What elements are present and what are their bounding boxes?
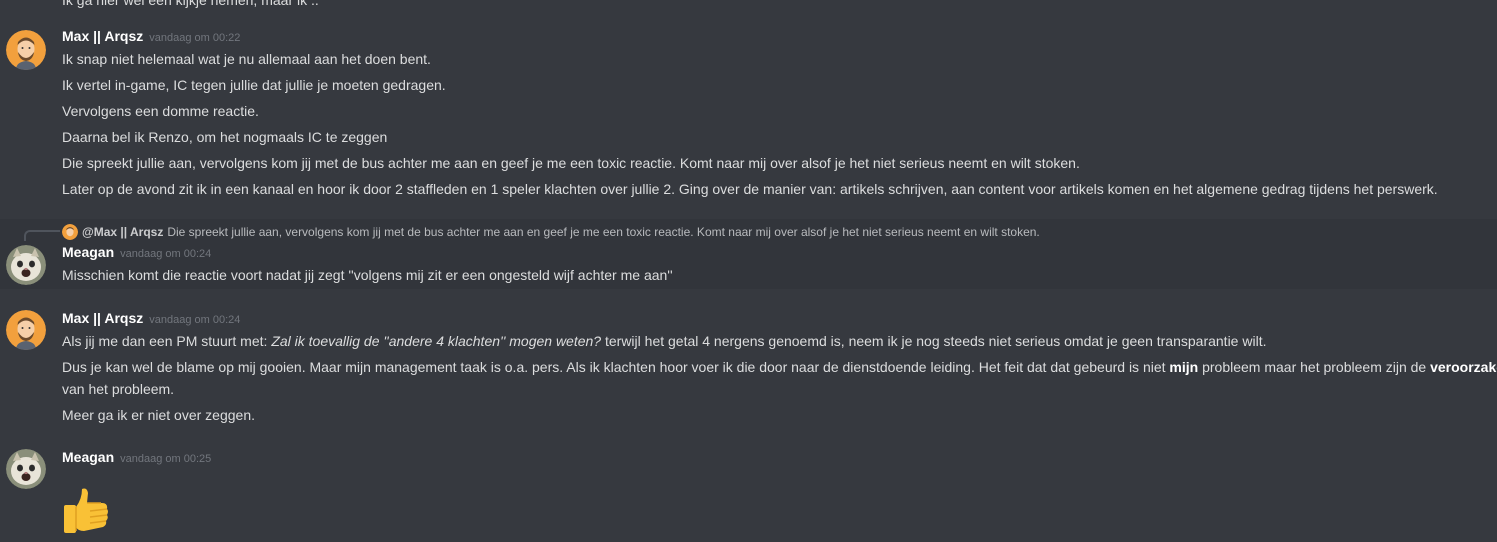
username[interactable]: Max || Arqsz	[62, 310, 143, 326]
message-text: Ik snap niet helemaal wat je nu allemaal…	[62, 51, 431, 67]
username[interactable]: Meagan	[62, 244, 114, 260]
previous-message-fragment: Ik ga hier wel een kijkje nemen, maar ik…	[62, 0, 319, 8]
avatar[interactable]	[6, 449, 46, 489]
text-bold: mijn	[1169, 359, 1199, 375]
message-text: Als jij me dan een PM stuurt met: Zal ik…	[62, 332, 1266, 350]
username[interactable]: Meagan	[62, 449, 114, 465]
message-text: Daarna bel ik Renzo, om het nogmaals IC …	[62, 129, 388, 145]
message-header: Meagan vandaag om 00:24	[62, 244, 211, 262]
message-text: Misschien komt die reactie voort nadat j…	[62, 267, 673, 283]
message-group[interactable]: Max || Arqsz vandaag om 00:22 Ik snap nie…	[0, 26, 1497, 212]
reply-reference[interactable]: @Max || Arqsz Die spreekt jullie aan, ve…	[62, 224, 1040, 240]
text-run: probleem maar het probleem zijn de	[1198, 359, 1431, 375]
avatar[interactable]	[6, 310, 46, 350]
message-text: Meer ga ik er niet over zeggen.	[62, 407, 255, 423]
message-group[interactable]: Max || Arqsz vandaag om 00:24 Als jij me …	[0, 306, 1497, 426]
message-header: Max || Arqsz vandaag om 00:24	[62, 310, 240, 328]
text-run: Als jij me dan een PM stuurt met:	[62, 333, 272, 349]
text-run: Dus je kan wel de blame op mij gooien. M…	[62, 359, 1170, 375]
timestamp: vandaag om 00:24	[149, 314, 241, 326]
message-header: Max || Arqsz vandaag om 00:22	[62, 28, 240, 46]
reply-spine	[24, 230, 60, 241]
text-run: terwijl het getal 4 nergens genoemd is, …	[601, 333, 1267, 349]
message-text: Later op de avond zit ik in een kanaal e…	[62, 181, 1438, 197]
thumbs-up-icon[interactable]	[60, 485, 112, 542]
reply-avatar	[62, 224, 78, 240]
reply-username[interactable]: @Max || Arqsz	[82, 225, 163, 239]
message-text: Die spreekt jullie aan, vervolgens kom j…	[62, 155, 1080, 171]
text-run: van het probleem.	[62, 381, 175, 397]
timestamp: vandaag om 00:24	[120, 248, 212, 260]
avatar[interactable]	[6, 245, 46, 285]
message-group-reply[interactable]: @Max || Arqsz Die spreekt jullie aan, ve…	[0, 219, 1497, 289]
avatar[interactable]	[6, 30, 46, 70]
message-text: Dus je kan wel de blame op mij gooien. M…	[62, 356, 1497, 400]
message-text: Vervolgens een domme reactie.	[62, 103, 259, 119]
timestamp: vandaag om 00:25	[120, 453, 212, 465]
message-text: Ik vertel in-game, IC tegen jullie dat j…	[62, 77, 446, 93]
text-italic: Zal ik toevallig de ''andere 4 klachten'…	[271, 333, 602, 349]
username[interactable]: Max || Arqsz	[62, 28, 143, 44]
message-header: Meagan vandaag om 00:25	[62, 449, 211, 467]
reply-text[interactable]: Die spreekt jullie aan, vervolgens kom j…	[167, 225, 1039, 239]
text-bold: veroorzakers	[1430, 359, 1497, 375]
timestamp: vandaag om 00:22	[149, 32, 241, 44]
message-group[interactable]: Meagan vandaag om 00:25	[0, 445, 1497, 535]
